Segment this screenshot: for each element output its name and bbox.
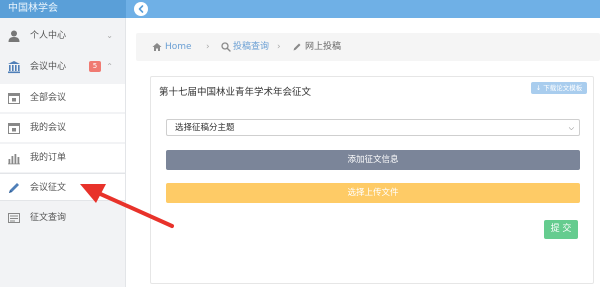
chevron-down-icon: ⌄: [106, 31, 113, 40]
breadcrumb-current: 网上投稿: [305, 42, 342, 52]
user-icon: [8, 30, 20, 42]
sidebar-item-conference-papers[interactable]: 会议征文: [0, 173, 125, 201]
main-content: Home › 投稿查询 › 网上投稿 第十七届中国林业青年学术年会征文 ↓ 下载…: [126, 18, 600, 287]
chevron-up-icon: ⌃: [106, 62, 113, 71]
pencil-icon: [9, 183, 19, 193]
download-template-button[interactable]: ↓ 下载论文模板: [531, 82, 587, 94]
search-icon: [221, 42, 231, 52]
breadcrumb-separator: ›: [277, 42, 281, 52]
add-paper-info-button[interactable]: 添加征文信息: [166, 150, 580, 170]
topic-select-value: 选择征稿分主题: [175, 123, 235, 133]
breadcrumb-query-link[interactable]: 投稿查询: [233, 33, 269, 61]
sidebar-toggle-button[interactable]: [134, 2, 148, 16]
sidebar-item-my-orders[interactable]: 我的订单: [0, 144, 125, 172]
calendar-icon: [8, 123, 20, 134]
sidebar-item-label: 会议征文: [30, 183, 67, 193]
top-bar: 中国林学会: [0, 0, 600, 18]
app-title[interactable]: 中国林学会: [0, 0, 126, 18]
pencil-icon: [293, 43, 301, 51]
sidebar-item-label: 会议中心: [30, 62, 67, 72]
arrow-left-circle-icon: [134, 2, 148, 16]
download-template-label: 下载论文模板: [543, 84, 583, 92]
sidebar-item-all-meetings[interactable]: 全部会议: [0, 84, 125, 112]
sidebar-item-label: 个人中心: [30, 31, 67, 41]
panel-title: 第十七届中国林业青年学术年会征文: [159, 87, 312, 98]
institution-icon: [8, 61, 20, 74]
sidebar-item-label: 我的会议: [30, 123, 67, 133]
sidebar-item-conference-center[interactable]: 会议中心 5 ⌃: [0, 53, 125, 81]
list-icon: [8, 213, 20, 223]
breadcrumb-separator: ›: [206, 42, 210, 52]
count-badge: 5: [89, 61, 101, 72]
sidebar-item-label: 征文查询: [30, 213, 67, 223]
home-icon: [152, 43, 162, 51]
submit-button[interactable]: 提 交: [544, 220, 578, 239]
upload-file-button[interactable]: 选择上传文件: [166, 183, 580, 203]
sidebar-item-label: 全部会议: [30, 93, 67, 103]
sidebar-item-paper-query[interactable]: 征文查询: [0, 204, 125, 232]
topic-select[interactable]: 选择征稿分主题 ⌵: [166, 119, 580, 136]
sidebar-item-label: 我的订单: [30, 153, 67, 163]
chevron-down-icon: ⌵: [568, 124, 574, 132]
calendar-icon: [8, 93, 20, 104]
sidebar-item-personal-center[interactable]: 个人中心 ⌄: [0, 22, 125, 50]
bar-chart-icon: [8, 154, 20, 165]
sidebar-item-my-meetings[interactable]: 我的会议: [0, 114, 125, 142]
breadcrumb-home-link[interactable]: Home: [165, 33, 192, 61]
breadcrumb: Home › 投稿查询 › 网上投稿: [136, 33, 600, 61]
sidebar: 个人中心 ⌄ 会议中心 5 ⌃ 全部会议 我的会议 我的订单 会议征文 征文查询: [0, 18, 126, 287]
submission-panel: 第十七届中国林业青年学术年会征文 ↓ 下载论文模板 选择征稿分主题 ⌵ 添加征文…: [150, 76, 594, 284]
